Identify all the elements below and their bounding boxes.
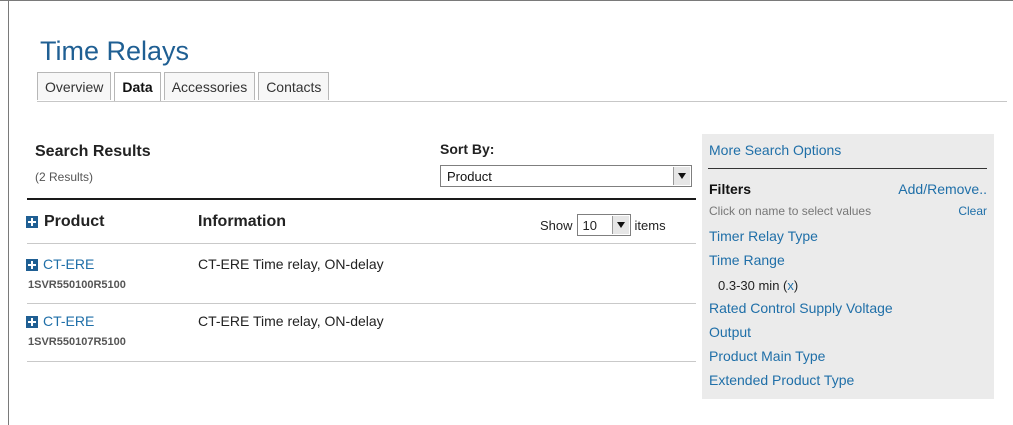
expand-all-icon[interactable]: [26, 215, 38, 228]
sort-by-label: Sort By:: [440, 141, 495, 157]
add-remove-filters-link[interactable]: Add/Remove..: [898, 181, 987, 197]
row-divider: [27, 243, 696, 244]
remove-time-range-value[interactable]: x: [787, 278, 794, 293]
filter-timer-relay-type[interactable]: Timer Relay Type: [709, 228, 818, 244]
frame-top-border: [0, 0, 1013, 1]
chevron-down-icon[interactable]: [611, 216, 629, 234]
tab-bar: Overview Data Accessories Contacts: [37, 72, 330, 102]
panel-divider: [708, 168, 987, 169]
row-divider: [27, 361, 696, 362]
tab-data[interactable]: Data: [114, 72, 161, 102]
tab-overview[interactable]: Overview: [37, 72, 112, 100]
show-label: Show: [540, 217, 573, 233]
more-search-options-link[interactable]: More Search Options: [709, 142, 841, 158]
filter-rated-control-supply-voltage[interactable]: Rated Control Supply Voltage: [709, 300, 893, 316]
product-name-link[interactable]: CT-ERE: [43, 256, 94, 272]
page-size-select[interactable]: 10: [576, 214, 631, 236]
page-size-value: 10: [582, 218, 597, 233]
page-size-control: Show 10 items: [540, 214, 666, 236]
filter-output[interactable]: Output: [709, 324, 751, 340]
page-title: Time Relays: [40, 36, 190, 67]
tab-accessories[interactable]: Accessories: [163, 72, 256, 100]
filters-heading: Filters: [709, 181, 752, 197]
items-label: items: [634, 217, 666, 233]
clear-filters-link[interactable]: Clear: [958, 204, 987, 218]
expand-row-icon[interactable]: [26, 259, 38, 271]
product-code: 1SVR550100R5100: [28, 279, 126, 291]
product-header-label: Product: [44, 213, 105, 230]
frame-left-border: [8, 0, 9, 425]
information-column-header: Information: [198, 213, 286, 230]
search-options-panel: More Search Options Filters Add/Remove..…: [702, 134, 994, 399]
search-results-count: (2 Results): [35, 170, 94, 184]
time-range-selected-value: 0.3-30 min (x): [718, 278, 799, 293]
results-divider: [27, 198, 696, 200]
search-results-title: Search Results: [35, 143, 151, 160]
product-information: CT-ERE Time relay, ON-delay: [198, 313, 384, 329]
sort-by-select[interactable]: Product: [440, 165, 692, 187]
tab-contacts[interactable]: Contacts: [258, 72, 330, 100]
time-range-value: 0.3-30 min: [718, 278, 780, 293]
filter-product-main-type[interactable]: Product Main Type: [709, 348, 825, 364]
row-divider: [27, 303, 696, 304]
filter-extended-product-type[interactable]: Extended Product Type: [709, 372, 854, 388]
expand-row-icon[interactable]: [26, 316, 38, 328]
product-name-link[interactable]: CT-ERE: [43, 313, 94, 329]
filter-time-range[interactable]: Time Range: [709, 252, 785, 268]
sort-by-value: Product: [447, 169, 492, 184]
product-column-header[interactable]: Product: [26, 213, 104, 231]
product-information: CT-ERE Time relay, ON-delay: [198, 256, 384, 272]
tab-underline: [37, 101, 1007, 102]
chevron-down-icon[interactable]: [673, 167, 690, 185]
filters-hint: Click on name to select values: [709, 204, 872, 218]
product-code: 1SVR550107R5100: [28, 336, 126, 348]
